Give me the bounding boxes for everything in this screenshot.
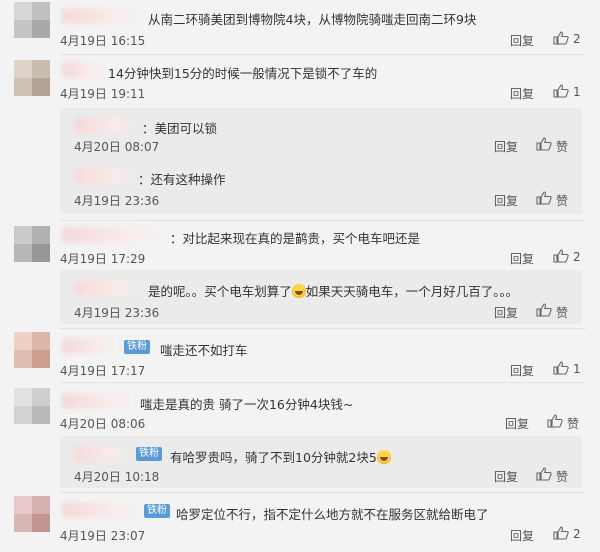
reply-text: 有哈罗贵吗，骑了不到10分钟就2块5 [170,447,391,466]
like-label[interactable]: 赞 [556,192,568,209]
like-label[interactable]: 赞 [556,304,568,321]
thumbs-up-icon[interactable] [553,361,569,375]
reply-text: ：美团可以锁 [142,121,218,136]
username-blurred[interactable] [74,117,140,133]
fan-badge: 铁粉 [136,447,162,461]
like-count: 2 [573,527,581,541]
comment-time: 4月19日 16:15 [60,34,146,48]
username-blurred[interactable] [62,227,166,243]
divider [60,54,586,55]
like-count: 2 [573,250,581,264]
avatar[interactable] [14,388,50,424]
thumbs-up-icon[interactable] [536,191,552,205]
laughing-emoji-icon [291,284,306,298]
comment-time: 4月19日 19:11 [60,87,146,101]
fan-badge: 铁粉 [124,340,150,354]
avatar[interactable] [14,332,50,368]
comment-time: 4月19日 23:07 [60,529,146,543]
avatar[interactable] [14,2,50,38]
reply-text-part: 是的呢。。买个电车划算了 [148,284,292,299]
thumbs-up-icon[interactable] [553,31,569,45]
username-blurred[interactable] [62,393,136,409]
reply-button[interactable]: 回复 [510,85,534,102]
fan-badge: 铁粉 [144,504,170,518]
comment-text: 嗤走还不如打车 [160,343,248,358]
reply-button[interactable]: 回复 [510,527,534,544]
reply-time: 4月20日 10:18 [74,470,160,484]
reply-button[interactable]: 回复 [494,138,518,155]
divider [60,492,586,493]
like-count: 2 [573,32,581,46]
like-label[interactable]: 赞 [556,468,568,485]
comment-time: 4月20日 08:06 [60,417,146,431]
thumbs-up-icon[interactable] [553,526,569,540]
comment-text: 14分钟快到15分的时候一般情况下是锁不了车的 [108,66,378,81]
like-count: 1 [573,85,581,99]
comment-time: 4月19日 17:17 [60,364,146,378]
reply-text-part: 如果天天骑电车，一个月好几百了。。。 [305,284,519,299]
username-blurred[interactable] [74,280,144,296]
thumbs-up-icon[interactable] [536,303,552,317]
thumbs-up-icon[interactable] [553,84,569,98]
divider [60,382,586,383]
username-blurred[interactable] [62,8,142,24]
reply-button[interactable]: 回复 [494,304,518,321]
reply-time: 4月19日 23:36 [74,194,160,208]
comment-time: 4月19日 17:29 [60,252,146,266]
username-blurred[interactable] [62,62,106,78]
username-blurred[interactable] [74,446,132,462]
laughing-emoji-icon [376,450,391,464]
username-blurred[interactable] [62,338,120,354]
reply-button[interactable]: 回复 [505,415,529,432]
thumbs-up-icon[interactable] [536,137,552,151]
reply-text: 是的呢。。买个电车划算了 如果天天骑电车，一个月好几百了。。。 [148,281,518,300]
comment-text: 哈罗定位不行，指不定什么地方就不在服务区就给断电了 [176,507,489,522]
divider [60,220,586,221]
avatar[interactable] [14,226,50,262]
avatar[interactable] [14,496,50,532]
like-label[interactable]: 赞 [556,138,568,155]
username-blurred[interactable] [62,502,142,518]
reply-button[interactable]: 回复 [510,362,534,379]
reply-time: 4月20日 08:07 [74,140,160,154]
comment-text: 嗤走是真的贵 骑了一次16分钟4块钱~ [140,397,354,412]
reply-button[interactable]: 回复 [494,468,518,485]
like-count: 1 [573,362,581,376]
reply-text-part: 有哈罗贵吗，骑了不到10分钟就2块5 [170,450,377,465]
comment-text: ：对比起来现在真的是鹋贵，买个电车吧还是 [170,231,421,246]
username-blurred[interactable] [74,168,136,184]
avatar[interactable] [14,60,50,96]
comment-text: 从南二环骑美团到博物院4块，从博物院骑嗤走回南二环9块 [148,12,477,27]
reply-time: 4月19日 23:36 [74,306,160,320]
thumbs-up-icon[interactable] [547,414,563,428]
reply-button[interactable]: 回复 [510,250,534,267]
thumbs-up-icon[interactable] [536,467,552,481]
reply-button[interactable]: 回复 [494,192,518,209]
reply-text: ：还有这种操作 [138,172,226,187]
reply-button[interactable]: 回复 [510,32,534,49]
like-label[interactable]: 赞 [567,415,579,432]
thumbs-up-icon[interactable] [553,249,569,263]
divider [60,328,586,329]
